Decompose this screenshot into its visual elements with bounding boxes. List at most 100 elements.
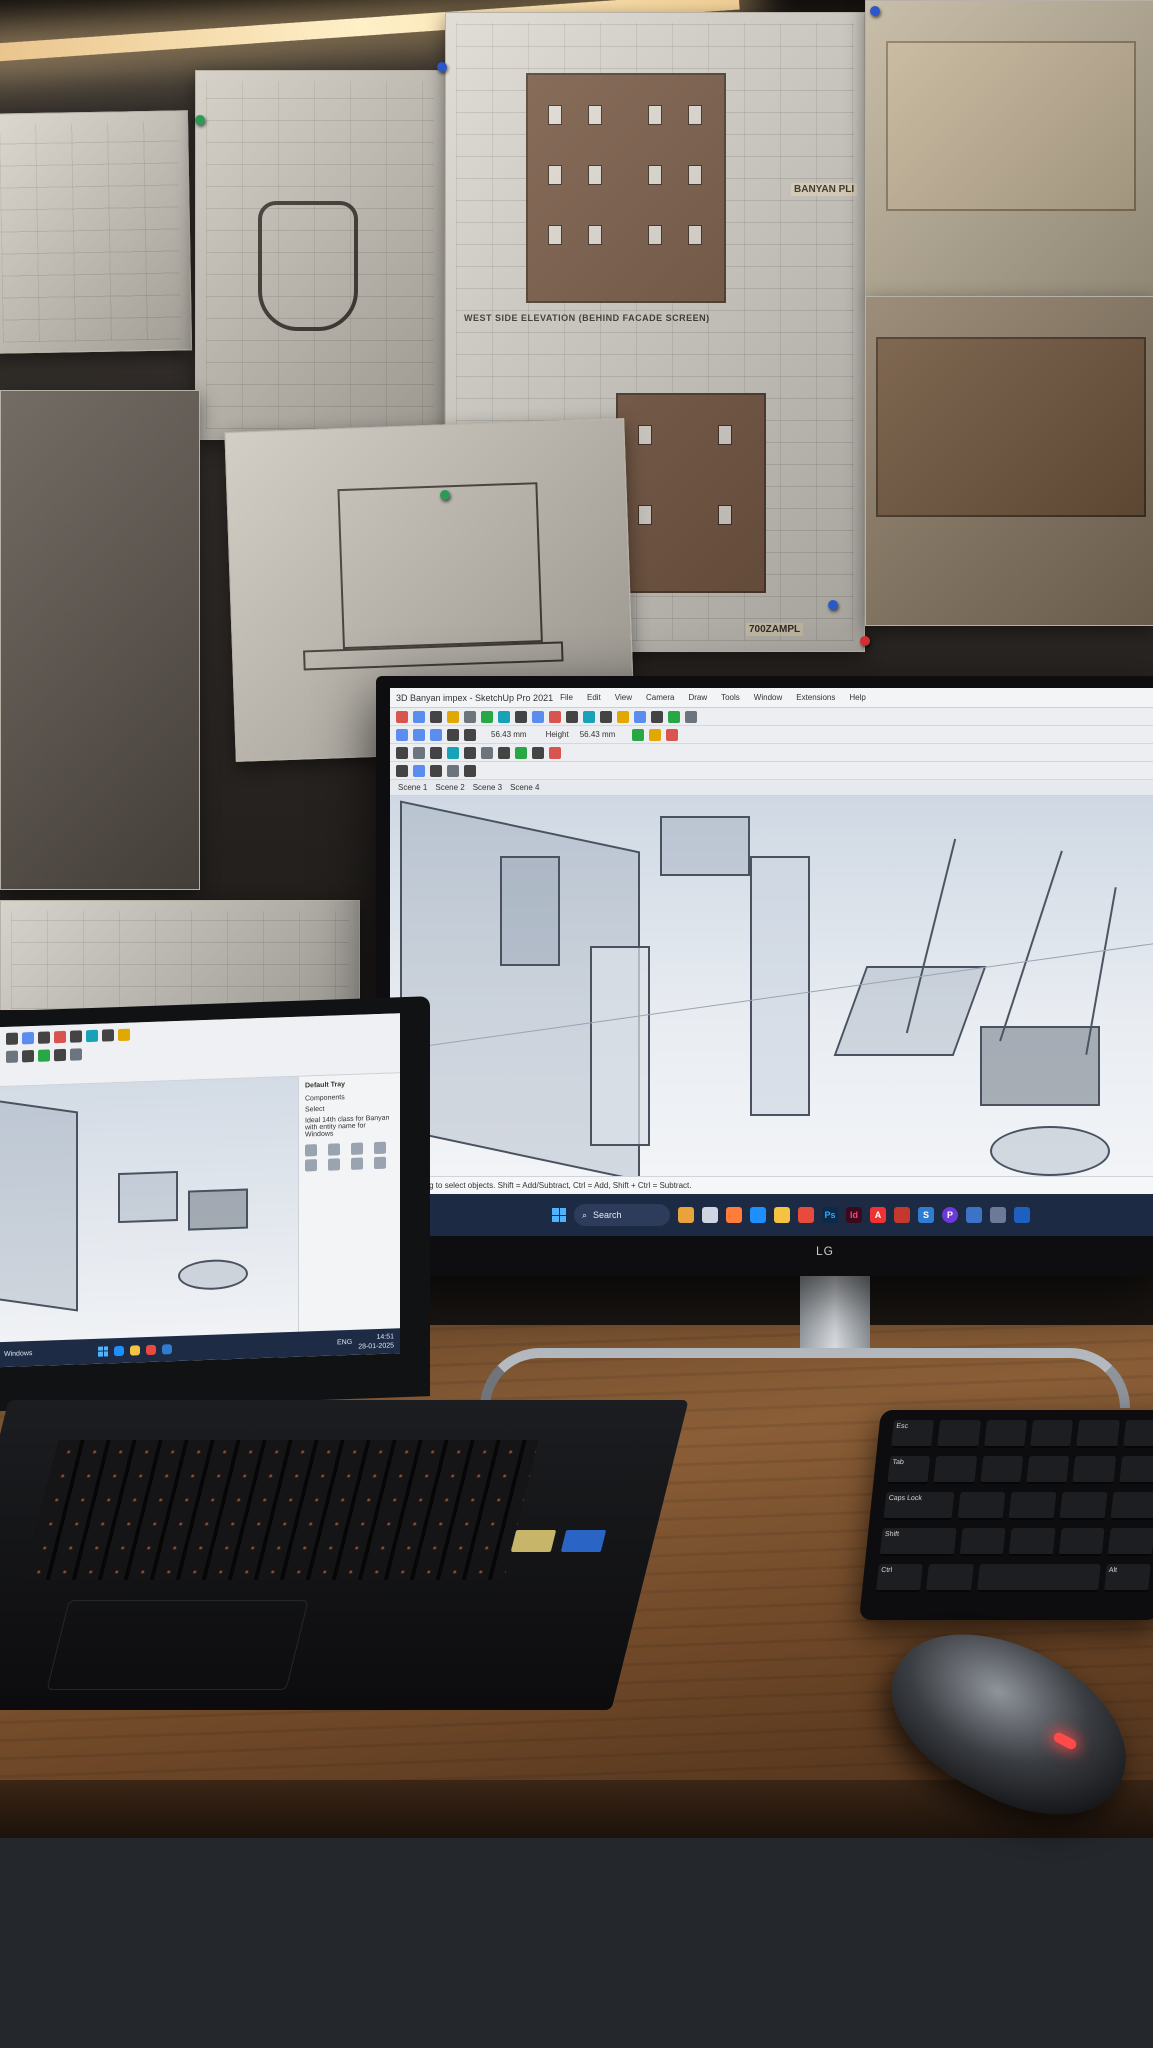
- plugin-icon[interactable]: [464, 764, 476, 777]
- tool-icon[interactable]: [6, 1050, 18, 1063]
- component-thumb[interactable]: [374, 1141, 386, 1155]
- tool-icon[interactable]: [38, 1031, 50, 1044]
- touchpad[interactable]: [46, 1600, 309, 1690]
- tool-icon[interactable]: [38, 1049, 50, 1062]
- key[interactable]: [1122, 1420, 1153, 1448]
- push-pull-tool-icon[interactable]: [481, 710, 493, 723]
- widgets-icon[interactable]: [678, 1207, 694, 1223]
- select-tool-icon[interactable]: [396, 710, 408, 723]
- tool-icon[interactable]: [118, 1028, 130, 1042]
- app-icon[interactable]: [990, 1207, 1006, 1223]
- tool-icon[interactable]: [22, 1031, 34, 1045]
- key[interactable]: [959, 1528, 1006, 1556]
- key[interactable]: [1118, 1456, 1153, 1484]
- chrome-icon[interactable]: [146, 1344, 157, 1355]
- key[interactable]: [1072, 1456, 1116, 1484]
- view-iso-icon[interactable]: [396, 728, 408, 741]
- tray-section-select[interactable]: Select: [305, 1103, 394, 1114]
- tool-icon[interactable]: [86, 1029, 98, 1043]
- app-icon[interactable]: [1014, 1207, 1030, 1223]
- key-esc[interactable]: Esc: [891, 1420, 935, 1448]
- task-view-icon[interactable]: [702, 1207, 718, 1223]
- key[interactable]: [1030, 1420, 1074, 1448]
- plugin-icon[interactable]: [413, 764, 425, 777]
- tool-icon[interactable]: [22, 1049, 34, 1063]
- key[interactable]: [1076, 1420, 1120, 1448]
- component-thumb[interactable]: [351, 1157, 363, 1170]
- indesign-icon[interactable]: Id: [846, 1207, 862, 1223]
- key[interactable]: [1008, 1528, 1056, 1556]
- group-icon[interactable]: [685, 710, 697, 723]
- menu-draw[interactable]: Draw: [687, 693, 708, 702]
- plugin-icon[interactable]: [430, 746, 442, 759]
- key[interactable]: [1008, 1492, 1057, 1520]
- language-indicator[interactable]: ENG: [337, 1339, 352, 1347]
- key-space[interactable]: [976, 1564, 1101, 1592]
- menu-edit[interactable]: Edit: [586, 693, 602, 702]
- tool-icon[interactable]: [70, 1048, 82, 1061]
- key[interactable]: [957, 1492, 1006, 1520]
- sketchup-icon[interactable]: [162, 1343, 173, 1354]
- tab-scene-4[interactable]: Scene 4: [510, 783, 539, 792]
- tool-icon[interactable]: [54, 1048, 66, 1062]
- sketchup-icon[interactable]: S: [918, 1207, 934, 1223]
- paint-tool-icon[interactable]: [549, 710, 561, 723]
- xray-icon[interactable]: [447, 728, 459, 741]
- windows-start-icon[interactable]: [552, 1208, 566, 1222]
- key[interactable]: [937, 1420, 981, 1448]
- plugin-icon[interactable]: [549, 746, 561, 759]
- move-tool-icon[interactable]: [498, 710, 510, 723]
- tape-tool-icon[interactable]: [566, 710, 578, 723]
- extension-icon[interactable]: [649, 728, 662, 741]
- plugin-icon[interactable]: [413, 746, 425, 759]
- component-thumb[interactable]: [328, 1143, 340, 1156]
- app-icon[interactable]: [966, 1207, 982, 1223]
- edge-icon[interactable]: [750, 1207, 766, 1223]
- chrome-icon[interactable]: [798, 1207, 814, 1223]
- menu-help[interactable]: Help: [848, 693, 866, 702]
- measure-field-height[interactable]: 56.43 mm: [580, 730, 616, 739]
- folder-icon[interactable]: [130, 1344, 141, 1356]
- menu-extensions[interactable]: Extensions: [795, 693, 836, 702]
- key[interactable]: [1110, 1492, 1153, 1520]
- plugin-icon[interactable]: [515, 746, 527, 759]
- component-thumb[interactable]: [328, 1158, 340, 1171]
- key[interactable]: [1108, 1528, 1153, 1556]
- key-caps-lock[interactable]: Caps Lock: [883, 1492, 955, 1520]
- taskbar-search[interactable]: ⌕ Search: [574, 1204, 670, 1226]
- line-tool-icon[interactable]: [430, 710, 442, 723]
- plugin-icon[interactable]: [481, 746, 493, 759]
- wireframe-icon[interactable]: [464, 728, 476, 741]
- key-alt[interactable]: Alt: [1103, 1564, 1151, 1592]
- key[interactable]: [983, 1420, 1027, 1448]
- eraser-tool-icon[interactable]: [413, 710, 425, 723]
- clock[interactable]: 14:51 28-01-2025: [358, 1332, 394, 1351]
- pan-tool-icon[interactable]: [600, 710, 612, 723]
- edge-icon[interactable]: [114, 1345, 125, 1356]
- component-thumb[interactable]: [305, 1144, 317, 1157]
- zoom-extents-icon[interactable]: [634, 710, 646, 723]
- component-thumb[interactable]: [305, 1159, 317, 1172]
- copilot-icon[interactable]: [726, 1207, 742, 1223]
- measure-field-width[interactable]: 56.43 mm: [491, 730, 527, 739]
- rectangle-tool-icon[interactable]: [447, 710, 459, 723]
- plugin-icon[interactable]: [447, 746, 459, 759]
- app-icon[interactable]: [894, 1207, 910, 1223]
- menu-camera[interactable]: Camera: [645, 693, 675, 702]
- key[interactable]: [1059, 1492, 1108, 1520]
- zoom-tool-icon[interactable]: [617, 710, 629, 723]
- section-plane-icon[interactable]: [651, 710, 663, 723]
- tool-icon[interactable]: [6, 1032, 18, 1045]
- orbit-tool-icon[interactable]: [583, 710, 595, 723]
- plugin-icon[interactable]: [447, 764, 459, 777]
- plugin-icon[interactable]: [532, 746, 544, 759]
- app-icon[interactable]: P: [942, 1207, 958, 1223]
- plugin-icon[interactable]: [396, 764, 408, 777]
- view-front-icon[interactable]: [430, 728, 442, 741]
- key[interactable]: [1058, 1528, 1106, 1556]
- tool-icon[interactable]: [70, 1030, 82, 1043]
- menu-window[interactable]: Window: [753, 693, 783, 702]
- tool-icon[interactable]: [102, 1029, 114, 1042]
- plugin-icon[interactable]: [396, 746, 408, 759]
- autocad-icon[interactable]: A: [870, 1207, 886, 1223]
